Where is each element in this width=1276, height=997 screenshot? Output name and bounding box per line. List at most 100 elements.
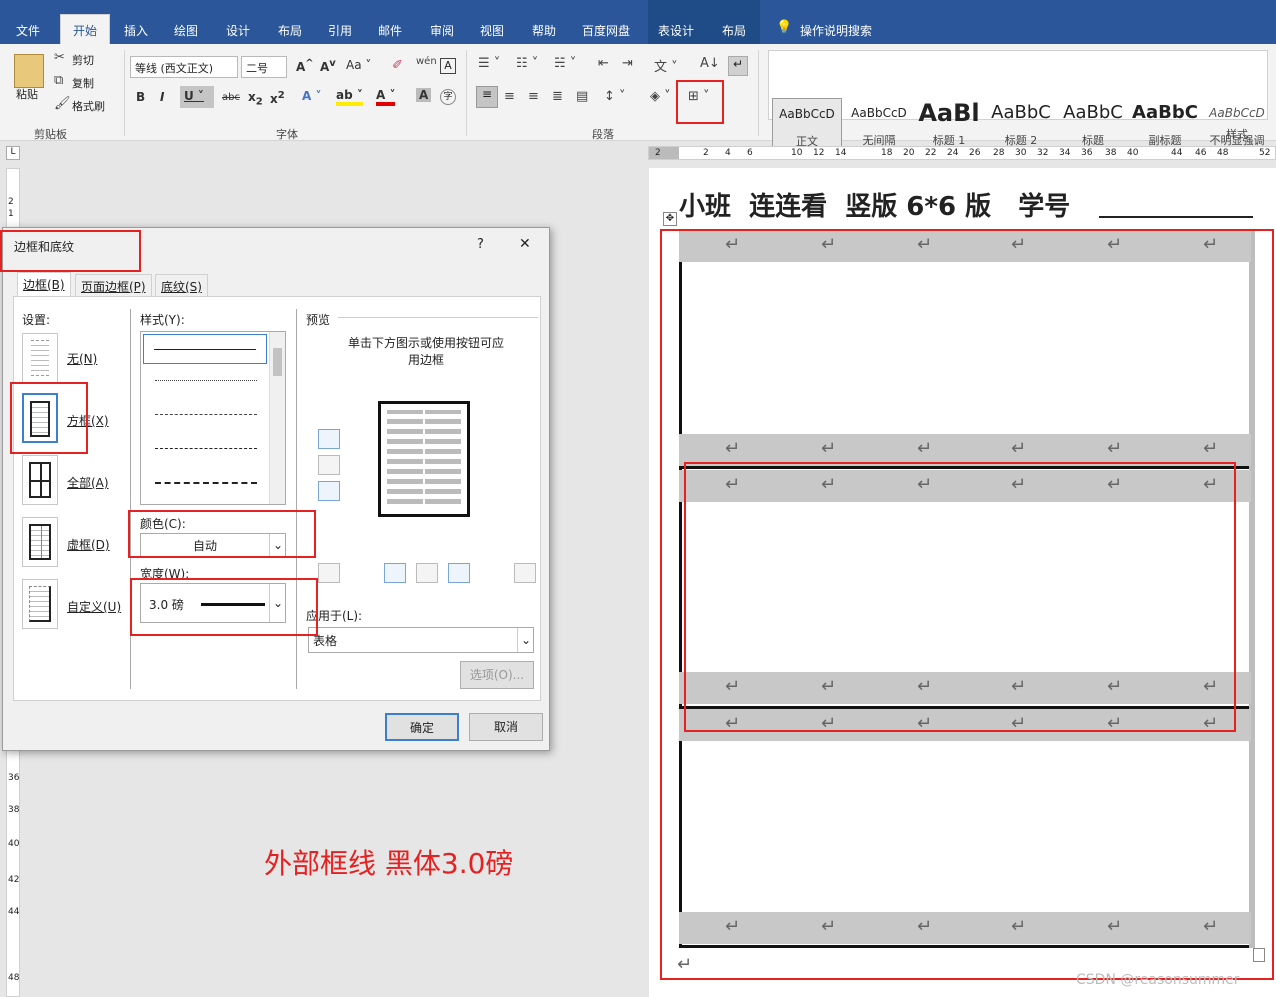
tab-design[interactable]: 设计	[226, 22, 250, 39]
sort-icon[interactable]: A↓	[700, 56, 720, 71]
line-style-dashed[interactable]	[155, 448, 257, 449]
preset-custom-icon[interactable]	[22, 579, 58, 629]
tab-baidu-netdisk[interactable]: 百度网盘	[582, 22, 630, 39]
tab-selector-icon[interactable]: L	[6, 146, 20, 160]
apply-to-select[interactable]: 表格 ⌄	[308, 627, 534, 653]
underline-icon[interactable]: U ˅	[180, 86, 214, 108]
tab-table-layout[interactable]: 布局	[722, 22, 746, 39]
preset-grid-label[interactable]: 虚框(D)	[67, 536, 110, 553]
enclose-char-icon[interactable]: 字	[440, 89, 456, 105]
style-title[interactable]: AaBbC 标题	[1058, 98, 1128, 150]
tab-help[interactable]: 帮助	[532, 22, 556, 39]
tab-borders[interactable]: 边框(B)	[17, 272, 71, 297]
table-move-handle-icon[interactable]: ✥	[663, 212, 677, 226]
clear-format-icon[interactable]: ✐	[392, 58, 403, 73]
preset-custom-label[interactable]: 自定义(U)	[67, 598, 121, 615]
left-border-icon[interactable]	[384, 563, 406, 583]
font-size-combo[interactable]: 二号	[241, 56, 287, 78]
tab-layout[interactable]: 布局	[278, 22, 302, 39]
line-style-solid[interactable]	[143, 334, 267, 364]
tab-table-design[interactable]: 表设计	[658, 22, 694, 39]
style-heading-1[interactable]: AaBl 标题 1	[914, 98, 984, 150]
tab-mailings[interactable]: 邮件	[378, 22, 402, 39]
copy-button[interactable]: 复制	[72, 75, 94, 91]
style-heading-2[interactable]: AaBbC 标题 2	[986, 98, 1056, 150]
style-normal[interactable]: AaBbCcD 正文	[772, 98, 842, 150]
tab-draw[interactable]: 绘图	[174, 22, 198, 39]
horizontal-ruler[interactable]: 2 2 4 6 10 12 14 18 20 22 24 26 28 30 32…	[648, 146, 1276, 160]
inside-horizontal-icon[interactable]	[318, 455, 340, 475]
chevron-down-icon[interactable]: ⌄	[517, 628, 534, 652]
preset-all-icon[interactable]	[22, 455, 58, 505]
close-icon[interactable]: ✕	[519, 236, 531, 252]
inside-vertical-icon[interactable]	[416, 563, 438, 583]
superscript-icon[interactable]: x2	[270, 90, 285, 106]
align-left-icon[interactable]: ≡	[476, 86, 498, 108]
strikethrough-icon[interactable]: abc	[222, 92, 240, 103]
tell-me-search[interactable]: 操作说明搜索	[800, 22, 872, 39]
italic-icon[interactable]: I	[160, 90, 164, 104]
align-right-icon[interactable]: ≡	[528, 89, 539, 104]
bottom-border-icon[interactable]	[318, 481, 340, 501]
ruler-margin	[649, 147, 679, 159]
bullets-icon[interactable]: ☰ ˅	[478, 56, 500, 71]
tab-page-border[interactable]: 页面边框(P)	[75, 274, 152, 296]
tab-home[interactable]: 开始	[60, 14, 111, 44]
align-center-icon[interactable]: ≡	[504, 89, 515, 104]
highlight-color-icon[interactable]: ab ˅	[336, 88, 363, 106]
grow-font-icon[interactable]: A^	[296, 58, 314, 74]
ok-button[interactable]: 确定	[385, 713, 459, 741]
font-color-icon[interactable]: A ˅	[376, 88, 396, 106]
multilevel-list-icon[interactable]: ☵ ˅	[554, 56, 576, 71]
decrease-indent-icon[interactable]: ⇤	[598, 56, 609, 71]
char-shading-icon[interactable]: A	[416, 88, 432, 102]
preset-none-icon[interactable]	[22, 333, 58, 383]
justify-icon[interactable]: ≣	[552, 89, 563, 104]
paste-button[interactable]: 粘贴	[16, 86, 38, 102]
show-marks-icon[interactable]: ↵	[728, 56, 748, 76]
right-border-icon[interactable]	[448, 563, 470, 583]
increase-indent-icon[interactable]: ⇥	[622, 56, 633, 71]
subscript-icon[interactable]: x2	[248, 90, 263, 107]
line-style-list[interactable]	[140, 331, 286, 505]
format-painter-button[interactable]: 格式刷	[72, 98, 105, 114]
distribute-icon[interactable]: ▤	[576, 89, 588, 104]
diagonal-down-icon[interactable]	[514, 563, 536, 583]
numbering-icon[interactable]: ☷ ˅	[516, 56, 538, 71]
bold-icon[interactable]: B	[136, 90, 145, 104]
paste-icon[interactable]	[14, 54, 44, 88]
shrink-font-icon[interactable]: Av	[320, 58, 336, 74]
style-subtle-emphasis[interactable]: AaBbCcD 不明显强调	[1202, 98, 1272, 150]
chinese-layout-icon[interactable]: 文 ˅	[654, 56, 678, 75]
tab-shading[interactable]: 底纹(S)	[155, 274, 208, 296]
preset-none-label[interactable]: 无(N)	[67, 350, 97, 367]
char-border-icon[interactable]: A	[440, 58, 456, 74]
cancel-button[interactable]: 取消	[469, 713, 543, 741]
phonetic-guide-icon[interactable]: wén	[416, 56, 437, 67]
preset-all-label[interactable]: 全部(A)	[67, 474, 109, 491]
tab-view[interactable]: 视图	[480, 22, 504, 39]
preset-grid-icon[interactable]	[22, 517, 58, 567]
text-effects-icon[interactable]: A ˅	[302, 89, 321, 103]
tab-review[interactable]: 审阅	[430, 22, 454, 39]
style-no-spacing[interactable]: AaBbCcD 无间隔	[844, 98, 914, 150]
line-style-dashed-small[interactable]	[155, 414, 257, 415]
cut-button[interactable]: 剪切	[72, 52, 94, 68]
options-button[interactable]: 选项(O)...	[460, 661, 534, 689]
tab-file[interactable]: 文件	[16, 22, 40, 39]
shading-icon[interactable]: ◈ ˅	[650, 89, 671, 104]
tab-references[interactable]: 引用	[328, 22, 352, 39]
change-case-icon[interactable]: Aa ˅	[346, 58, 371, 72]
help-icon[interactable]: ?	[477, 237, 484, 252]
line-spacing-icon[interactable]: ↕ ˅	[604, 89, 626, 104]
scrollbar[interactable]	[269, 332, 285, 504]
line-style-dash-dot[interactable]	[155, 482, 257, 484]
preview-diagram[interactable]	[378, 401, 470, 517]
diagonal-up-icon[interactable]	[318, 563, 340, 583]
font-name-combo[interactable]: 等线 (西文正文)	[130, 56, 238, 78]
style-subtitle[interactable]: AaBbC 副标题	[1130, 98, 1200, 150]
tab-insert[interactable]: 插入	[124, 22, 148, 39]
top-border-icon[interactable]	[318, 429, 340, 449]
line-style-dotted[interactable]	[155, 380, 257, 381]
scrollbar-thumb[interactable]	[273, 348, 282, 376]
